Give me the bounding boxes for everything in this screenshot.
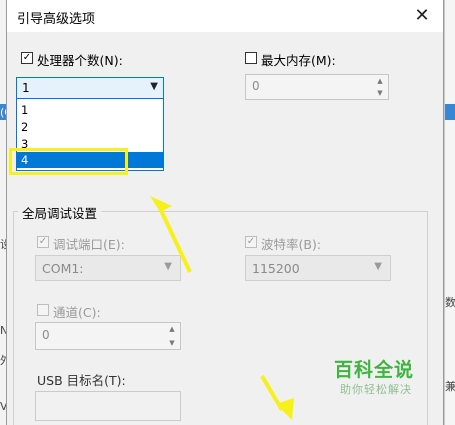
annotation-arrow-down-icon	[260, 374, 294, 420]
screen: (C 设 N 外 V 数 兼 引导高级选项 ✕ ✓ 处理器个数(N): 1 ▼ …	[0, 0, 455, 425]
watermark-slogan: 助你轻松解决	[340, 383, 412, 396]
watermark-brand: 百科全说	[334, 359, 415, 381]
annotation-arrow-up-icon	[150, 196, 192, 273]
